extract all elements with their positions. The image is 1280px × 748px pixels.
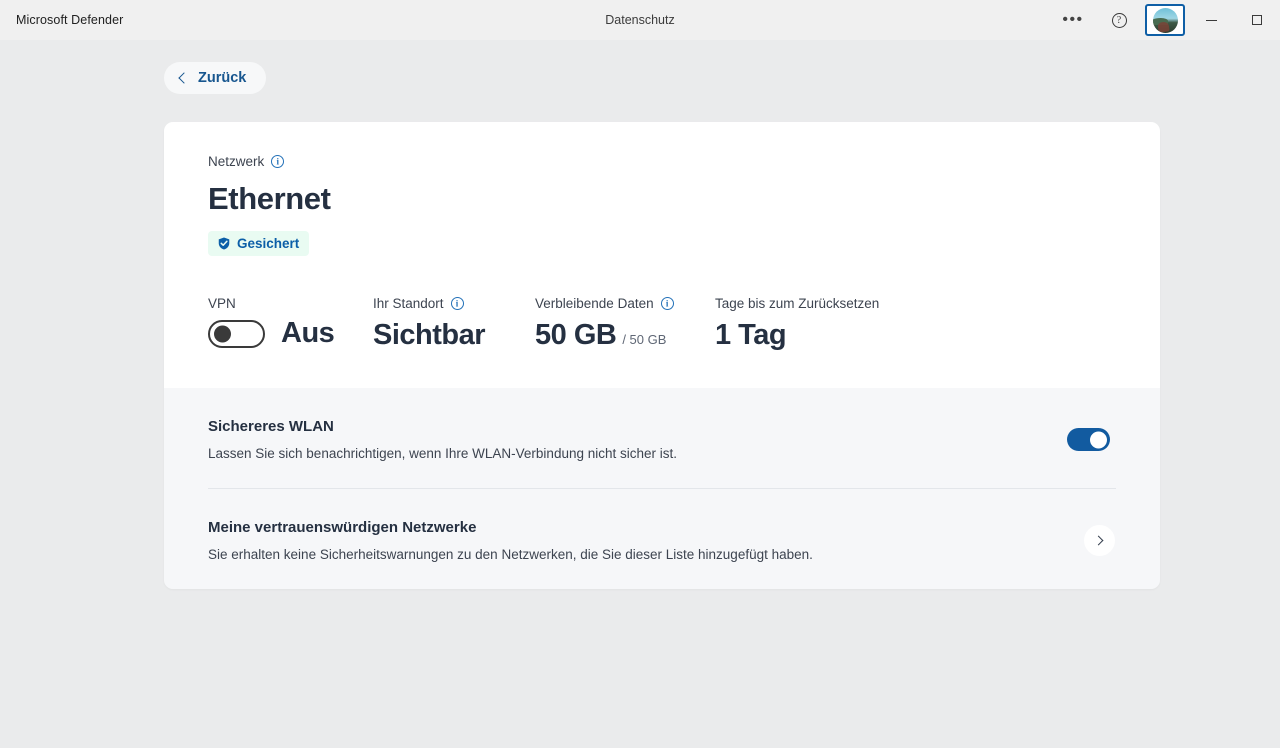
chevron-right-icon	[1094, 536, 1104, 546]
shield-check-icon	[218, 237, 230, 250]
stat-remaining-data-label-row: Verbleibende Daten i	[535, 296, 715, 311]
window-controls: ••• ?	[1050, 0, 1280, 40]
vpn-toggle[interactable]	[208, 320, 265, 348]
setting-row-safer-wifi-text: Sichereres WLAN Lassen Sie sich benachri…	[208, 418, 677, 461]
info-icon[interactable]: i	[451, 297, 464, 310]
stat-vpn: VPN Aus	[208, 296, 373, 352]
stat-days-label-row: Tage bis zum Zurücksetzen	[715, 296, 935, 311]
stat-vpn-label-row: VPN	[208, 296, 373, 311]
stat-remaining-data-value: 50 GB	[535, 319, 616, 352]
stat-days-value: 1 Tag	[715, 319, 935, 352]
back-row: Zurück	[0, 40, 1280, 94]
back-button[interactable]: Zurück	[164, 62, 266, 94]
setting-row-trusted-networks-text: Meine vertrauenswürdigen Netzwerke Sie e…	[208, 519, 813, 562]
stat-remaining-data: Verbleibende Daten i 50 GB / 50 GB	[535, 296, 715, 352]
user-avatar	[1153, 8, 1178, 33]
app-name: Microsoft Defender	[0, 13, 123, 27]
account-button[interactable]	[1142, 0, 1188, 40]
stat-days-until-reset: Tage bis zum Zurücksetzen 1 Tag	[715, 296, 935, 352]
stat-vpn-label: VPN	[208, 296, 236, 311]
info-icon[interactable]: i	[271, 155, 284, 168]
network-summary: Netzwerk i Ethernet Gesichert VPN Aus	[164, 122, 1160, 388]
back-button-label: Zurück	[198, 70, 246, 86]
more-options-button[interactable]: •••	[1050, 0, 1096, 40]
network-label-row: Netzwerk i	[208, 154, 1116, 169]
setting-description: Lassen Sie sich benachrichtigen, wenn Ih…	[208, 446, 677, 461]
avatar-focus-ring	[1145, 4, 1185, 36]
stat-days-label: Tage bis zum Zurücksetzen	[715, 296, 879, 311]
network-name: Ethernet	[208, 181, 1116, 217]
help-button[interactable]: ?	[1096, 0, 1142, 40]
setting-row-trusted-networks[interactable]: Meine vertrauenswürdigen Netzwerke Sie e…	[208, 488, 1116, 589]
network-settings-list: Sichereres WLAN Lassen Sie sich benachri…	[164, 388, 1160, 589]
stat-vpn-value-row: Aus	[208, 317, 373, 350]
stat-remaining-data-label: Verbleibende Daten	[535, 296, 654, 311]
maximize-button[interactable]	[1234, 0, 1280, 40]
title-bar: Microsoft Defender Datenschutz ••• ?	[0, 0, 1280, 40]
chevron-left-icon	[178, 72, 189, 83]
setting-row-safer-wifi: Sichereres WLAN Lassen Sie sich benachri…	[208, 388, 1116, 488]
safer-wifi-toggle[interactable]	[1067, 428, 1110, 451]
status-badge: Gesichert	[208, 231, 309, 256]
stat-vpn-value: Aus	[281, 317, 334, 350]
minimize-icon	[1206, 20, 1217, 21]
stat-remaining-data-value-row: 50 GB / 50 GB	[535, 319, 715, 352]
setting-title: Sichereres WLAN	[208, 418, 677, 435]
stat-location-label: Ihr Standort	[373, 296, 444, 311]
stat-remaining-data-total: / 50 GB	[622, 332, 666, 347]
network-card: Netzwerk i Ethernet Gesichert VPN Aus	[164, 122, 1160, 589]
maximize-icon	[1252, 15, 1262, 25]
status-badge-label: Gesichert	[237, 236, 299, 251]
stat-location: Ihr Standort i Sichtbar	[373, 296, 535, 352]
stat-location-label-row: Ihr Standort i	[373, 296, 535, 311]
info-icon[interactable]: i	[661, 297, 674, 310]
trusted-networks-open-button[interactable]	[1084, 525, 1115, 556]
minimize-button[interactable]	[1188, 0, 1234, 40]
setting-title: Meine vertrauenswürdigen Netzwerke	[208, 519, 813, 536]
setting-description: Sie erhalten keine Sicherheitswarnungen …	[208, 547, 813, 562]
network-label: Netzwerk	[208, 154, 264, 169]
network-stats: VPN Aus Ihr Standort i Sichtbar Verbleib…	[208, 296, 1116, 352]
help-circle-icon: ?	[1112, 13, 1127, 28]
stat-location-value: Sichtbar	[373, 319, 535, 352]
more-horizontal-icon: •••	[1062, 16, 1083, 24]
